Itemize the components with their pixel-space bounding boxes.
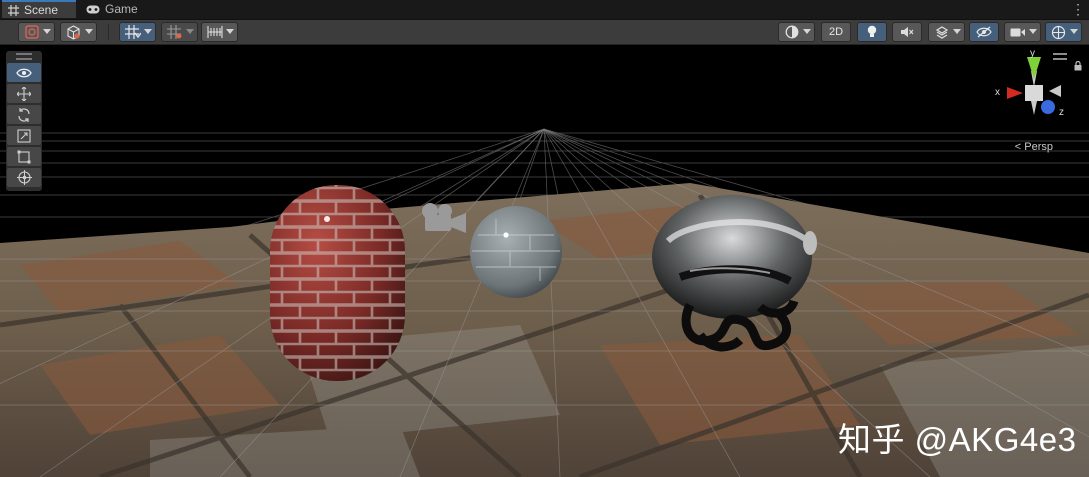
rect-transform-icon [17, 150, 31, 163]
transform-tool[interactable] [7, 168, 41, 187]
gizmo-sphere-icon [1051, 25, 1066, 39]
eye-icon [16, 68, 32, 77]
gizmos-dropdown[interactable] [1045, 22, 1082, 42]
stone-sphere[interactable] [470, 206, 562, 298]
grid-snap-icon [124, 25, 141, 39]
grid-icon [8, 4, 19, 16]
align-icon [206, 26, 223, 38]
scene-object-dropdown[interactable] [60, 22, 97, 42]
axis-y-label: y [1030, 48, 1035, 59]
increment-snap-dropdown[interactable] [161, 22, 198, 42]
rotate-tool[interactable] [7, 105, 41, 124]
move-tool[interactable] [7, 84, 41, 103]
view-2d-label: 2D [828, 26, 844, 38]
effects-layers-icon [935, 25, 948, 39]
orientation-gizmo[interactable]: y x z [995, 48, 1085, 131]
axis-z-label: z [1059, 107, 1064, 118]
speaker-muted-icon [901, 27, 914, 37]
hidden-objects-toggle[interactable] [969, 22, 999, 42]
camera-icon [1010, 28, 1025, 36]
increment-snap-icon [167, 25, 182, 39]
scale-tool[interactable] [7, 126, 41, 145]
eye-crossed-icon [976, 26, 992, 38]
grid-snap-toggle[interactable] [119, 22, 156, 42]
brick-capsule[interactable] [270, 185, 405, 381]
panel-grip-handle[interactable] [16, 53, 32, 60]
tab-game[interactable]: Game [80, 0, 156, 19]
scene-viewport[interactable]: y x z < Persp 知乎 @AKG4e3 [0, 45, 1089, 477]
align-dropdown[interactable] [201, 22, 238, 42]
more-options-icon[interactable]: ⋮ [1071, 1, 1085, 17]
tab-game-label: Game [105, 2, 138, 16]
axis-x-label: x [995, 87, 1000, 98]
scale-icon [17, 128, 31, 143]
cube-icon [67, 24, 80, 40]
projection-toggle[interactable]: < Persp [1015, 141, 1053, 153]
scene-toolbar: 2D [0, 20, 1089, 45]
tools-overlay [6, 51, 42, 191]
view-tool[interactable] [7, 63, 41, 82]
view-2d-toggle[interactable]: 2D [821, 22, 851, 42]
rotate-icon [18, 107, 30, 122]
lighting-mode-dropdown[interactable] [778, 22, 815, 42]
move-arrows-icon [17, 86, 31, 101]
shading-mode-icon [24, 25, 39, 39]
shaded-sphere-icon [785, 25, 798, 39]
lightbulb-icon [867, 25, 877, 37]
camera-settings-dropdown[interactable] [1004, 22, 1041, 42]
editor-tab-bar: Scene Game ⋮ [0, 0, 1089, 20]
audio-toggle[interactable] [892, 22, 922, 42]
chevron-left-icon: < [1014, 141, 1025, 153]
transform-all-icon [16, 170, 32, 185]
watermark-text: 知乎 @AKG4e3 [838, 421, 1077, 458]
toolbar-separator [108, 24, 109, 40]
tab-scene[interactable]: Scene [2, 0, 76, 18]
effects-dropdown[interactable] [928, 22, 965, 42]
rect-tool[interactable] [7, 147, 41, 166]
projection-label: Persp [1024, 141, 1053, 153]
tab-scene-label: Scene [24, 2, 59, 17]
scene-lighting-toggle[interactable] [857, 22, 887, 42]
draw-mode-dropdown[interactable] [18, 22, 55, 42]
gamepad-icon [86, 5, 100, 14]
axis-gizmo-icon [1007, 57, 1061, 115]
